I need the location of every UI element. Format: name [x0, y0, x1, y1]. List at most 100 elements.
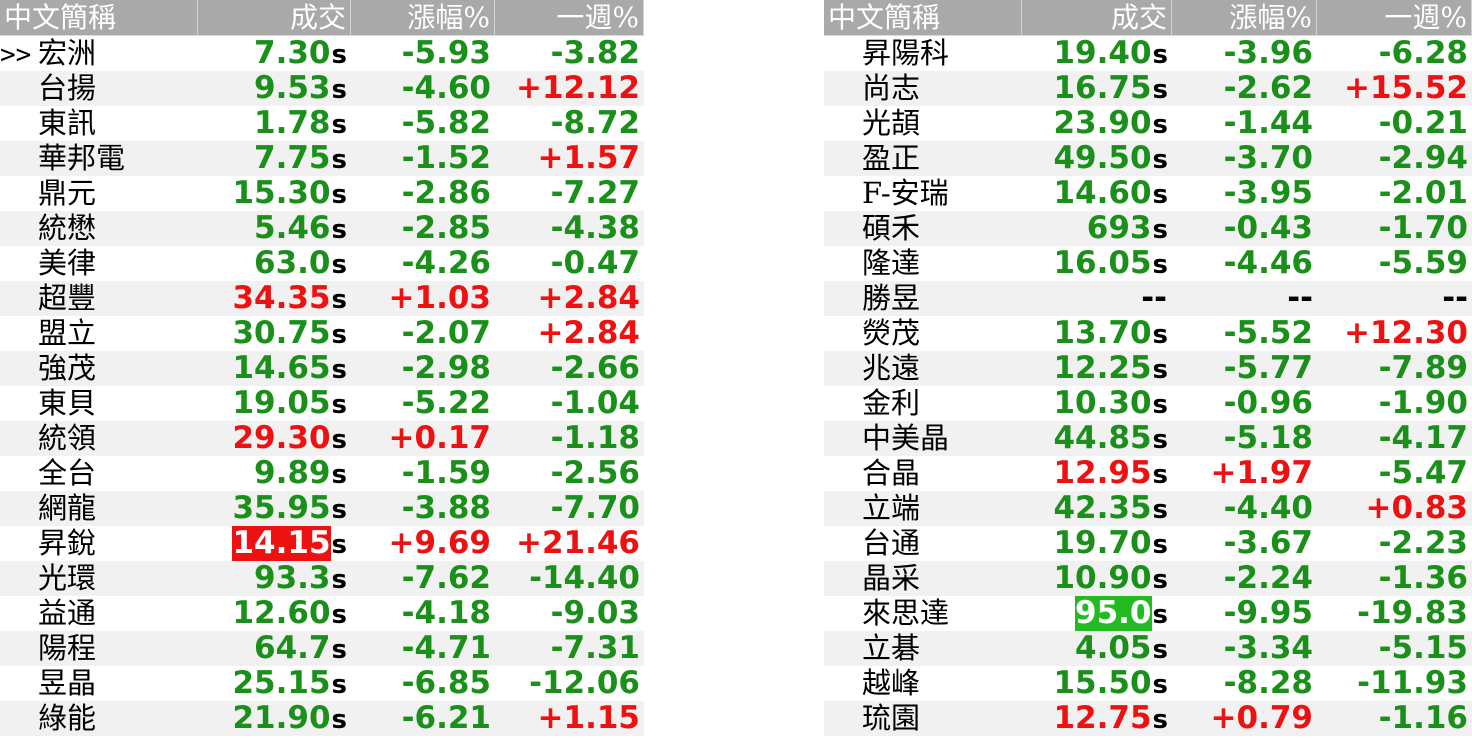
table-row[interactable]: 盈正 49.50s -3.70 -2.94: [824, 141, 1472, 176]
change-percent-cell: -4.46: [1172, 246, 1317, 281]
change-percent-cell: -2.24: [1172, 561, 1317, 596]
stock-name: 中美晶: [824, 421, 1022, 456]
table-row[interactable]: 立碁 4.05s -3.34 -5.15: [824, 631, 1472, 666]
header-price[interactable]: 成交: [198, 0, 351, 35]
header-week[interactable]: 一週%: [1317, 0, 1472, 35]
table-row[interactable]: 金利 10.30s -0.96 -1.90: [824, 386, 1472, 421]
table-row[interactable]: 昇陽科 19.40s -3.96 -6.28: [824, 36, 1472, 71]
table-row[interactable]: 統懋 5.46s -2.85 -4.38: [0, 211, 644, 246]
last-price: 12.75: [1053, 701, 1152, 736]
table-row[interactable]: 兆遠 12.25s -5.77 -7.89: [824, 351, 1472, 386]
change-percent-cell: -1.52: [351, 141, 495, 176]
table-row[interactable]: 網龍 35.95s -3.88 -7.70: [0, 491, 644, 526]
table-row[interactable]: 鼎元 15.30s -2.86 -7.27: [0, 176, 644, 211]
table-row[interactable]: 琉園 12.75s +0.79 -1.16: [824, 701, 1472, 736]
table-row[interactable]: 隆達 16.05s -4.46 -5.59: [824, 246, 1472, 281]
stock-name-text: 宏洲: [38, 36, 97, 70]
stock-name-text: 台通: [862, 526, 921, 560]
last-price: 5.46: [254, 211, 331, 246]
last-price: 42.35: [1053, 491, 1152, 526]
header-change[interactable]: 漲幅%: [1172, 0, 1317, 35]
table-row[interactable]: 光環 93.3s -7.62 -14.40: [0, 561, 644, 596]
week-percent-cell: -1.18: [495, 421, 644, 456]
header-name[interactable]: 中文簡稱: [824, 0, 1022, 35]
change-percent-cell: -2.85: [351, 211, 495, 246]
stock-name-text: 美律: [38, 246, 97, 280]
week-percent-cell: -3.82: [495, 36, 644, 71]
table-row[interactable]: 尚志 16.75s -2.62 +15.52: [824, 71, 1472, 106]
table-row[interactable]: 越峰 15.50s -8.28 -11.93: [824, 666, 1472, 701]
stock-name: 晶采: [824, 561, 1022, 596]
last-price-cell: 14.65s: [198, 351, 351, 386]
header-change[interactable]: 漲幅%: [351, 0, 495, 35]
table-row[interactable]: 晶采 10.90s -2.24 -1.36: [824, 561, 1472, 596]
last-price-cell: 15.30s: [198, 176, 351, 211]
table-row[interactable]: 昇銳 14.15s +9.69 +21.46: [0, 526, 644, 561]
table-row[interactable]: 勝昱 -- -- --: [824, 281, 1472, 316]
change-percent: -7.62: [401, 561, 491, 596]
table-row[interactable]: 美律 63.0s -4.26 -0.47: [0, 246, 644, 281]
table-row[interactable]: 盟立 30.75s -2.07 +2.84: [0, 316, 644, 351]
stock-name: 超豐: [0, 281, 198, 316]
change-percent: +1.03: [388, 281, 491, 316]
change-percent-cell: -6.85: [351, 666, 495, 701]
stock-name: 統懋: [0, 211, 198, 246]
change-percent-cell: -7.62: [351, 561, 495, 596]
week-percent-cell: -2.01: [1317, 176, 1472, 211]
stock-name-text: 熒茂: [862, 316, 921, 350]
last-price: 10.90: [1053, 561, 1152, 596]
price-suffix: s: [1152, 75, 1168, 105]
table-row[interactable]: 東訊 1.78s -5.82 -8.72: [0, 106, 644, 141]
stock-name-text: 晶采: [862, 561, 921, 595]
stock-name-text: 隆達: [862, 246, 921, 280]
change-percent-cell: -0.43: [1172, 211, 1317, 246]
stock-name: 隆達: [824, 246, 1022, 281]
stock-name: 昱晶: [0, 666, 198, 701]
last-price: 15.50: [1053, 666, 1152, 701]
table-row[interactable]: 益通 12.60s -4.18 -9.03: [0, 596, 644, 631]
week-percent: -7.31: [550, 631, 640, 666]
price-suffix: s: [1152, 670, 1168, 700]
table-row[interactable]: 全台 9.89s -1.59 -2.56: [0, 456, 644, 491]
header-price[interactable]: 成交: [1022, 0, 1172, 35]
table-row[interactable]: 昱晶 25.15s -6.85 -12.06: [0, 666, 644, 701]
table-row[interactable]: 統領 29.30s +0.17 -1.18: [0, 421, 644, 456]
week-percent: -1.18: [550, 421, 640, 456]
table-row[interactable]: 立端 42.35s -4.40 +0.83: [824, 491, 1472, 526]
last-price-cell: 10.90s: [1022, 561, 1172, 596]
week-percent-cell: +15.52: [1317, 71, 1472, 106]
price-suffix: s: [1152, 390, 1168, 420]
change-percent: --: [1287, 281, 1313, 316]
table-row[interactable]: 合晶 12.95s +1.97 -5.47: [824, 456, 1472, 491]
week-percent-cell: +2.84: [495, 316, 644, 351]
table-row[interactable]: 陽程 64.7s -4.71 -7.31: [0, 631, 644, 666]
table-row[interactable]: 台揚 9.53s -4.60 +12.12: [0, 71, 644, 106]
week-percent-cell: +12.30: [1317, 316, 1472, 351]
table-row[interactable]: 超豐 34.35s +1.03 +2.84: [0, 281, 644, 316]
table-row[interactable]: >> 宏洲 7.30s -5.93 -3.82: [0, 36, 644, 71]
stock-name: 合晶: [824, 456, 1022, 491]
price-suffix: s: [1152, 250, 1168, 280]
week-percent-cell: -1.16: [1317, 701, 1472, 736]
table-row[interactable]: 東貝 19.05s -5.22 -1.04: [0, 386, 644, 421]
stock-name: 綠能: [0, 701, 198, 736]
table-row[interactable]: 台通 19.70s -3.67 -2.23: [824, 526, 1472, 561]
table-row[interactable]: 華邦電 7.75s -1.52 +1.57: [0, 141, 644, 176]
table-row[interactable]: F-安瑞 14.60s -3.95 -2.01: [824, 176, 1472, 211]
table-row[interactable]: 熒茂 13.70s -5.52 +12.30: [824, 316, 1472, 351]
last-price-cell: 21.90s: [198, 701, 351, 736]
table-row[interactable]: 來思達 95.0s -9.95 -19.83: [824, 596, 1472, 631]
table-row[interactable]: 綠能 21.90s -6.21 +1.15: [0, 701, 644, 736]
table-row[interactable]: 碩禾 693s -0.43 -1.70: [824, 211, 1472, 246]
header-week[interactable]: 一週%: [495, 0, 644, 35]
stock-name-text: 鼎元: [38, 176, 97, 210]
stock-name-text: 台揚: [38, 71, 97, 105]
last-price-cell: 19.70s: [1022, 526, 1172, 561]
price-suffix: s: [331, 565, 347, 595]
header-name[interactable]: 中文簡稱: [0, 0, 198, 35]
current-row-marker: >>: [0, 40, 32, 70]
stock-name: 盈正: [824, 141, 1022, 176]
table-row[interactable]: 中美晶 44.85s -5.18 -4.17: [824, 421, 1472, 456]
table-row[interactable]: 強茂 14.65s -2.98 -2.66: [0, 351, 644, 386]
table-row[interactable]: 光頡 23.90s -1.44 -0.21: [824, 106, 1472, 141]
